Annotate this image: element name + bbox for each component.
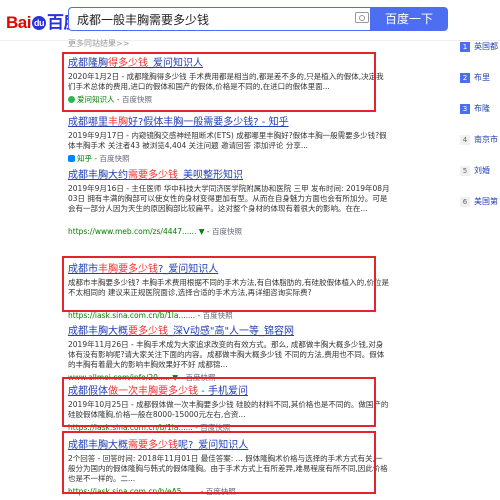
top-bar: Baidu百度 百度一下 bbox=[0, 0, 500, 41]
hot-search-list: 1 英国都 2 布里 3 布隆 4 南京市 5 刘婚 6 美国第 bbox=[460, 38, 500, 224]
zhihu-icon bbox=[68, 155, 75, 162]
result-abstract: 2019年9月16日 - 主任医师 华中科技大学同济医学院附属协和医院 三甲 发… bbox=[68, 184, 390, 213]
snapshot-link[interactable]: 百度快照 bbox=[203, 311, 233, 320]
result-title-link[interactable]: 成都丰胸大约需要多少钱_美呗整形知识 bbox=[68, 166, 390, 181]
result-abstract: 2019年11月26日 - 丰胸手术成为大家追求改变的有效方式。那么, 成都做丰… bbox=[68, 340, 385, 369]
highlight-box bbox=[62, 431, 376, 494]
hot-search-item[interactable]: 6 美国第 bbox=[460, 193, 500, 224]
snapshot-link[interactable]: 百度快照 bbox=[99, 154, 129, 163]
result-source: https://www.meb.com/zs/4447...... ▼ - 百度… bbox=[68, 227, 242, 236]
hot-search-item[interactable]: 4 南京市 bbox=[460, 131, 500, 162]
result-source: 知乎 - 百度快照 bbox=[68, 153, 390, 164]
highlight-box bbox=[62, 256, 376, 312]
search-input[interactable] bbox=[68, 7, 370, 31]
hot-search-item[interactable]: 2 布里 bbox=[460, 69, 500, 100]
snapshot-link[interactable]: 百度快照 bbox=[212, 227, 242, 236]
hot-search-item[interactable]: 5 刘婚 bbox=[460, 162, 500, 193]
result-abstract: 2019年9月17日 - 内窥镜胸交感神经阻断术(ETS) 成都哪里丰胸好?假体… bbox=[68, 131, 387, 150]
highlight-box bbox=[62, 52, 376, 112]
result-item: 成都丰胸大约需要多少钱_美呗整形知识 2019年9月16日 - 主任医师 华中科… bbox=[68, 166, 390, 237]
result-item: 成都哪里丰胸好?假体丰胸一般需要多少钱? - 知乎 2019年9月17日 - 内… bbox=[68, 113, 390, 164]
more-site-results-link[interactable]: 更多同站结果>> bbox=[68, 38, 129, 49]
logo-bai: Bai bbox=[6, 13, 31, 32]
logo-paw-icon: du bbox=[31, 16, 46, 30]
result-title-link[interactable]: 成都哪里丰胸好?假体丰胸一般需要多少钱? - 知乎 bbox=[68, 113, 390, 128]
camera-icon[interactable] bbox=[355, 12, 369, 23]
result-title-link[interactable]: 成都丰胸大概要多少钱_深V动感"高"人一等_锦容网 bbox=[68, 322, 390, 337]
search-button[interactable]: 百度一下 bbox=[370, 7, 448, 31]
hot-search-item[interactable]: 1 英国都 bbox=[460, 38, 500, 69]
hot-search-item[interactable]: 3 布隆 bbox=[460, 100, 500, 131]
result-item: 成都丰胸大概要多少钱_深V动感"高"人一等_锦容网 2019年11月26日 - … bbox=[68, 322, 390, 383]
highlight-box bbox=[62, 377, 376, 427]
